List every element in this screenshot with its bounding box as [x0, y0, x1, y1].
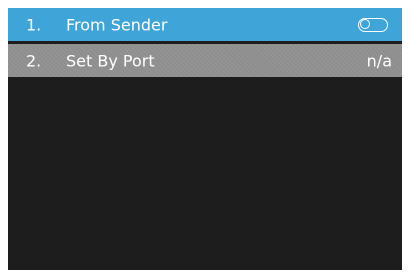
menu-item-number: 2. [26, 51, 42, 70]
menu-item-from-sender[interactable]: 1. From Sender [8, 8, 402, 41]
device-screen: 1. From Sender 2. Set By Port n/a [8, 8, 402, 270]
menu-item-label: Set By Port [66, 51, 155, 70]
toggle-knob [360, 19, 370, 29]
menu-item-number: 1. [26, 15, 42, 34]
menu-item-value: n/a [366, 51, 392, 70]
from-sender-toggle[interactable] [358, 17, 388, 32]
menu-item-label: From Sender [66, 15, 168, 34]
menu-item-set-by-port[interactable]: 2. Set By Port n/a [8, 44, 402, 77]
